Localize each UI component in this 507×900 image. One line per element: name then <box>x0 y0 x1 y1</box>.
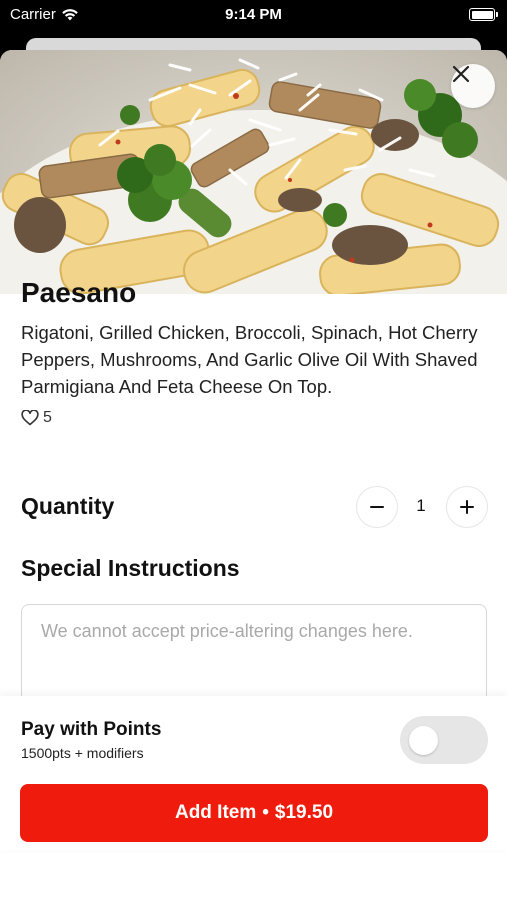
special-instructions-label: Special Instructions <box>21 555 240 581</box>
quantity-label: Quantity <box>21 493 115 519</box>
pay-with-points-toggle[interactable] <box>400 716 488 764</box>
status-bar: Carrier 9:14 PM <box>0 0 507 36</box>
increase-quantity-button[interactable] <box>446 486 488 528</box>
quantity-stepper: 1 <box>356 486 488 528</box>
likes-count: 5 <box>43 409 52 426</box>
item-name: Paesano <box>21 277 137 308</box>
quantity-value: 1 <box>416 496 426 515</box>
add-item-label: Add Item <box>174 802 257 823</box>
battery-icon <box>469 8 498 21</box>
item-photo <box>0 50 507 294</box>
add-item-button[interactable]: Add Item • $19.50 <box>20 784 488 842</box>
add-item-separator: • <box>262 802 269 823</box>
item-price: $19.50 <box>274 802 334 823</box>
toggle-knob <box>409 726 438 755</box>
likes-button[interactable]: 5 <box>21 409 52 427</box>
status-time: 9:14 PM <box>225 6 282 23</box>
decrease-quantity-button[interactable] <box>356 486 398 528</box>
checkout-panel: Pay with Points 1500pts + modifiers Add … <box>0 696 507 850</box>
minus-icon <box>370 506 384 508</box>
points-cost-label: 1500pts + modifiers <box>21 745 144 761</box>
heart-icon <box>21 410 39 426</box>
close-button[interactable] <box>451 64 495 108</box>
pasta-illustration <box>0 58 507 294</box>
item-description: Rigatoni, Grilled Chicken, Broccoli, Spi… <box>21 322 478 397</box>
close-icon <box>452 65 470 83</box>
pay-with-points-label: Pay with Points <box>21 719 162 740</box>
plus-icon <box>460 500 474 514</box>
